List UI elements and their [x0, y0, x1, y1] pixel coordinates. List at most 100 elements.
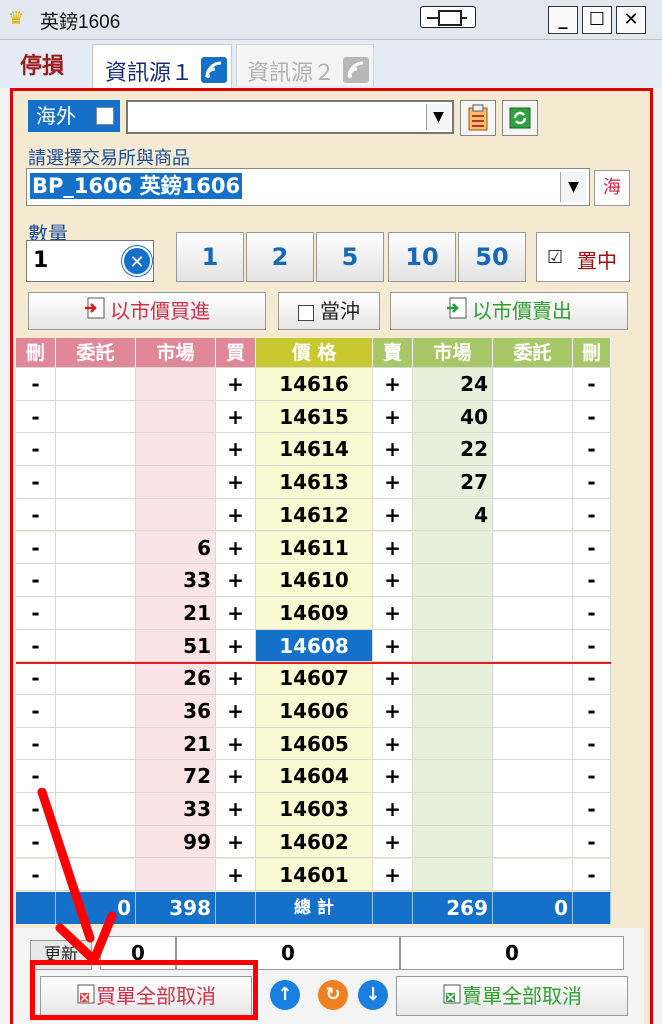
cell-b[interactable]: + [216, 368, 256, 400]
qty-10-button[interactable]: 10 [388, 232, 456, 282]
cell-b[interactable]: + [216, 825, 256, 858]
cell-del2[interactable]: - [573, 498, 611, 531]
cell-del[interactable]: - [16, 466, 56, 498]
cell-s[interactable]: + [373, 825, 413, 858]
cell-s[interactable]: + [373, 695, 413, 727]
cell-price[interactable]: 14603 [256, 793, 373, 825]
chevron-down-icon[interactable]: ▼ [426, 104, 450, 130]
cell-del2[interactable]: - [573, 433, 611, 466]
cell-del[interactable]: - [16, 695, 56, 727]
clipboard-icon[interactable] [460, 100, 496, 136]
cell-price[interactable]: 14609 [256, 596, 373, 629]
tab-stop-loss[interactable]: 停損 [20, 48, 64, 80]
pin-icon[interactable] [420, 6, 476, 28]
cell-del2[interactable]: - [573, 727, 611, 760]
cell-price[interactable]: 14602 [256, 825, 373, 858]
cell-price[interactable]: 14607 [256, 662, 373, 694]
overseas-checkbox[interactable] [96, 107, 114, 125]
cell-price[interactable]: 14613 [256, 466, 373, 498]
cell-s[interactable]: + [373, 596, 413, 629]
day-trade-checkbox[interactable] [298, 304, 314, 321]
cell-price[interactable]: 14606 [256, 695, 373, 727]
cell-del2[interactable]: - [573, 368, 611, 400]
cell-del[interactable]: - [16, 433, 56, 466]
cell-b[interactable]: + [216, 858, 256, 891]
cell-del2[interactable]: - [573, 662, 611, 694]
cell-price[interactable]: 14611 [256, 531, 373, 564]
cell-b[interactable]: + [216, 400, 256, 433]
center-toggle[interactable]: ☑ 置中 [536, 232, 630, 282]
qty-50-button[interactable]: 50 [458, 232, 526, 282]
cell-b[interactable]: + [216, 596, 256, 629]
cell-s[interactable]: + [373, 498, 413, 531]
cell-del2[interactable]: - [573, 531, 611, 564]
overseas-product-button[interactable]: 海 [594, 170, 630, 206]
cell-b[interactable]: + [216, 498, 256, 531]
cell-del2[interactable]: - [573, 858, 611, 891]
qty-2-button[interactable]: 2 [246, 232, 314, 282]
cell-del2[interactable]: - [573, 596, 611, 629]
cell-price[interactable]: 14615 [256, 400, 373, 433]
cell-del[interactable]: - [16, 662, 56, 694]
cell-b[interactable]: + [216, 466, 256, 498]
cell-del[interactable]: - [16, 596, 56, 629]
chevron-down-icon[interactable]: ▼ [560, 172, 586, 202]
cell-price[interactable]: 14605 [256, 727, 373, 760]
arrow-down-icon[interactable]: ↓ [358, 980, 388, 1010]
center-checkbox[interactable]: ☑ [547, 247, 563, 268]
cell-del2[interactable]: - [573, 400, 611, 433]
cell-del[interactable]: - [16, 727, 56, 760]
cell-b[interactable]: + [216, 433, 256, 466]
cell-del2[interactable]: - [573, 695, 611, 727]
cell-s[interactable]: + [373, 368, 413, 400]
current-price-cell[interactable]: 14608 [256, 629, 373, 662]
cancel-all-sell-button[interactable]: 賣單全部取消 [396, 976, 628, 1016]
cell-price[interactable]: 14616 [256, 368, 373, 400]
cell-b[interactable]: + [216, 760, 256, 793]
cell-s[interactable]: + [373, 858, 413, 891]
cell-price[interactable]: 14610 [256, 564, 373, 596]
cell-del2[interactable]: - [573, 466, 611, 498]
cell-s[interactable]: + [373, 793, 413, 825]
cell-s[interactable]: + [373, 760, 413, 793]
cell-del2[interactable]: - [573, 564, 611, 596]
cell-s[interactable]: + [373, 564, 413, 596]
cell-s[interactable]: + [373, 662, 413, 694]
product-value[interactable]: BP_1606 英鎊1606 [30, 173, 243, 199]
day-trade-toggle[interactable]: 當沖 [278, 292, 380, 330]
cell-s[interactable]: + [373, 629, 413, 662]
clear-icon[interactable]: ✕ [122, 246, 152, 276]
cell-b[interactable]: + [216, 695, 256, 727]
close-button[interactable]: ✕ [616, 6, 646, 34]
cell-del[interactable]: - [16, 531, 56, 564]
buy-market-button[interactable]: 以市價買進 [28, 292, 266, 330]
cell-del[interactable]: - [16, 368, 56, 400]
qty-5-button[interactable]: 5 [316, 232, 384, 282]
cell-del[interactable]: - [16, 564, 56, 596]
cell-del[interactable]: - [16, 629, 56, 662]
cell-s[interactable]: + [373, 466, 413, 498]
cell-s[interactable]: + [373, 433, 413, 466]
cell-price[interactable]: 14614 [256, 433, 373, 466]
cell-s[interactable]: + [373, 531, 413, 564]
cell-del2[interactable]: - [573, 629, 611, 662]
minimize-button[interactable]: _ [548, 6, 578, 34]
cell-del[interactable]: - [16, 400, 56, 433]
cell-s[interactable]: + [373, 400, 413, 433]
maximize-button[interactable]: ☐ [582, 6, 612, 34]
cell-del2[interactable]: - [573, 825, 611, 858]
qty-1-button[interactable]: 1 [176, 232, 244, 282]
cell-b[interactable]: + [216, 629, 256, 662]
cell-price[interactable]: 14604 [256, 760, 373, 793]
cell-del2[interactable]: - [573, 793, 611, 825]
tab-source-2[interactable]: 資訊源２ [236, 44, 374, 86]
cell-b[interactable]: + [216, 662, 256, 694]
cell-b[interactable]: + [216, 564, 256, 596]
cell-del2[interactable]: - [573, 760, 611, 793]
cell-price[interactable]: 14612 [256, 498, 373, 531]
cell-b[interactable]: + [216, 727, 256, 760]
cell-b[interactable]: + [216, 531, 256, 564]
refresh-icon[interactable] [502, 100, 538, 136]
cell-s[interactable]: + [373, 727, 413, 760]
recenter-icon[interactable]: ↻ [318, 980, 348, 1010]
